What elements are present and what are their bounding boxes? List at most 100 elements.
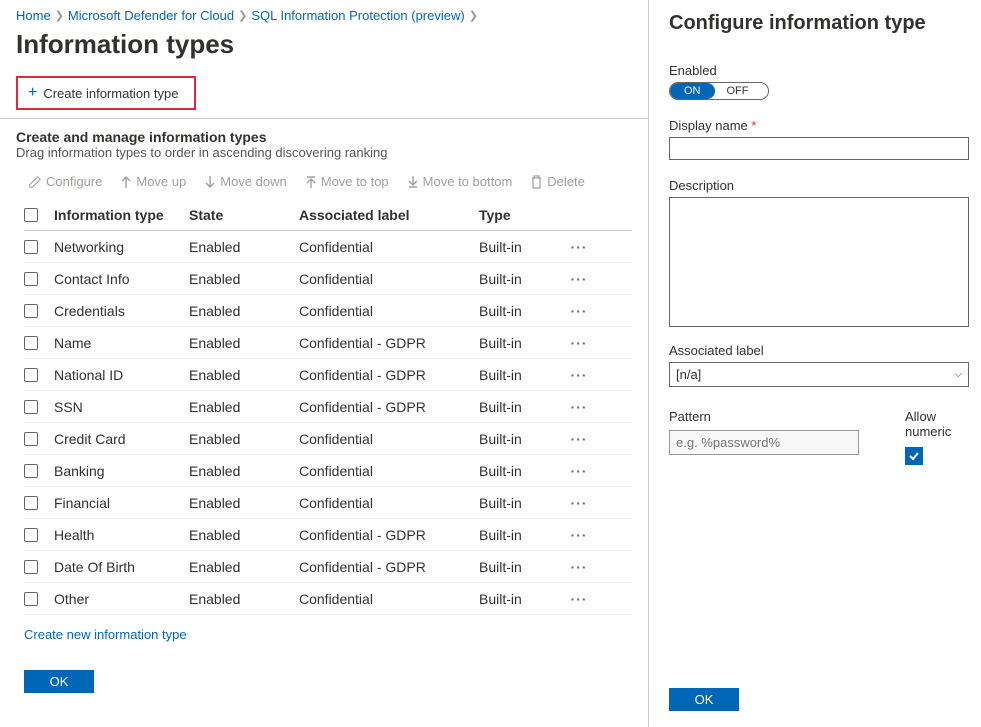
row-name: Banking <box>54 463 189 479</box>
move-down-action[interactable]: Move down <box>204 174 286 189</box>
row-name: Contact Info <box>54 271 189 287</box>
table-row[interactable]: BankingEnabledConfidentialBuilt-in··· <box>24 455 632 487</box>
create-new-link[interactable]: Create new information type <box>0 615 648 642</box>
row-more-button[interactable]: ··· <box>559 367 599 383</box>
row-more-button[interactable]: ··· <box>559 431 599 447</box>
section-subtitle: Drag information types to order in ascen… <box>0 145 648 168</box>
panel-title: Configure information type <box>669 12 969 35</box>
row-more-button[interactable]: ··· <box>559 271 599 287</box>
row-type: Built-in <box>479 431 559 447</box>
row-checkbox[interactable] <box>24 368 38 382</box>
ok-button[interactable]: OK <box>24 670 94 693</box>
arrow-bottom-icon <box>407 175 419 189</box>
table-row[interactable]: OtherEnabledConfidentialBuilt-in··· <box>24 583 632 615</box>
row-name: Name <box>54 335 189 351</box>
create-information-type-button[interactable]: + Create information type <box>16 76 196 110</box>
toggle-on: ON <box>670 83 715 99</box>
row-name: National ID <box>54 367 189 383</box>
table-row[interactable]: Date Of BirthEnabledConfidential - GDPRB… <box>24 551 632 583</box>
row-state: Enabled <box>189 271 299 287</box>
description-label: Description <box>669 178 969 193</box>
row-label: Confidential <box>299 303 479 319</box>
pattern-label: Pattern <box>669 409 859 424</box>
information-types-table: Information type State Associated label … <box>0 199 648 615</box>
row-more-button[interactable]: ··· <box>559 527 599 543</box>
row-label: Confidential <box>299 591 479 607</box>
move-top-action[interactable]: Move to top <box>305 174 389 189</box>
row-checkbox[interactable] <box>24 560 38 574</box>
breadcrumb-defender[interactable]: Microsoft Defender for Cloud <box>68 8 234 23</box>
row-type: Built-in <box>479 303 559 319</box>
row-checkbox[interactable] <box>24 272 38 286</box>
row-checkbox[interactable] <box>24 528 38 542</box>
row-more-button[interactable]: ··· <box>559 495 599 511</box>
row-checkbox[interactable] <box>24 240 38 254</box>
arrow-up-icon <box>120 175 132 189</box>
row-checkbox[interactable] <box>24 432 38 446</box>
col-label: Associated label <box>299 207 479 223</box>
row-checkbox[interactable] <box>24 464 38 478</box>
row-type: Built-in <box>479 463 559 479</box>
select-all-checkbox[interactable] <box>24 208 38 222</box>
table-row[interactable]: National IDEnabledConfidential - GDPRBui… <box>24 359 632 391</box>
breadcrumb-sql[interactable]: SQL Information Protection (preview) <box>251 8 464 23</box>
row-more-button[interactable]: ··· <box>559 399 599 415</box>
row-state: Enabled <box>189 463 299 479</box>
row-name: Date Of Birth <box>54 559 189 575</box>
row-more-button[interactable]: ··· <box>559 303 599 319</box>
row-checkbox[interactable] <box>24 336 38 350</box>
display-name-label: Display name * <box>669 118 969 133</box>
chevron-right-icon: ❯ <box>238 9 247 22</box>
table-row[interactable]: Credit CardEnabledConfidentialBuilt-in··… <box>24 423 632 455</box>
row-more-button[interactable]: ··· <box>559 463 599 479</box>
row-label: Confidential - GDPR <box>299 559 479 575</box>
row-label: Confidential <box>299 239 479 255</box>
row-type: Built-in <box>479 335 559 351</box>
row-checkbox[interactable] <box>24 400 38 414</box>
associated-label-select[interactable]: [n/a] ⌵ <box>669 362 969 387</box>
panel-ok-button[interactable]: OK <box>669 688 739 711</box>
row-more-button[interactable]: ··· <box>559 559 599 575</box>
row-type: Built-in <box>479 559 559 575</box>
enabled-label: Enabled <box>669 63 969 78</box>
display-name-input[interactable] <box>669 137 969 160</box>
row-type: Built-in <box>479 591 559 607</box>
col-type: Type <box>479 207 559 223</box>
table-row[interactable]: Contact InfoEnabledConfidentialBuilt-in·… <box>24 263 632 295</box>
allow-numeric-checkbox[interactable] <box>905 447 923 465</box>
row-checkbox[interactable] <box>24 592 38 606</box>
breadcrumb-home[interactable]: Home <box>16 8 51 23</box>
table-row[interactable]: HealthEnabledConfidential - GDPRBuilt-in… <box>24 519 632 551</box>
table-row[interactable]: NetworkingEnabledConfidentialBuilt-in··· <box>24 231 632 263</box>
toggle-off: OFF <box>715 83 761 99</box>
row-label: Confidential - GDPR <box>299 527 479 543</box>
table-row[interactable]: NameEnabledConfidential - GDPRBuilt-in··… <box>24 327 632 359</box>
table-row[interactable]: FinancialEnabledConfidentialBuilt-in··· <box>24 487 632 519</box>
row-label: Confidential <box>299 431 479 447</box>
row-checkbox[interactable] <box>24 304 38 318</box>
move-bottom-action[interactable]: Move to bottom <box>407 174 513 189</box>
configure-action[interactable]: Configure <box>28 174 102 189</box>
row-checkbox[interactable] <box>24 496 38 510</box>
row-more-button[interactable]: ··· <box>559 591 599 607</box>
pattern-input[interactable] <box>669 430 859 455</box>
row-name: SSN <box>54 399 189 415</box>
row-more-button[interactable]: ··· <box>559 239 599 255</box>
row-more-button[interactable]: ··· <box>559 335 599 351</box>
row-state: Enabled <box>189 495 299 511</box>
row-label: Confidential <box>299 463 479 479</box>
description-textarea[interactable] <box>669 197 969 327</box>
delete-action[interactable]: Delete <box>530 174 585 189</box>
row-label: Confidential - GDPR <box>299 335 479 351</box>
configure-panel: Configure information type Enabled ON OF… <box>649 0 981 727</box>
row-label: Confidential - GDPR <box>299 367 479 383</box>
row-name: Other <box>54 591 189 607</box>
row-type: Built-in <box>479 399 559 415</box>
table-row[interactable]: CredentialsEnabledConfidentialBuilt-in··… <box>24 295 632 327</box>
table-header: Information type State Associated label … <box>24 199 632 231</box>
table-row[interactable]: SSNEnabledConfidential - GDPRBuilt-in··· <box>24 391 632 423</box>
enabled-toggle[interactable]: ON OFF <box>669 82 769 100</box>
col-info-type: Information type <box>54 207 189 223</box>
row-state: Enabled <box>189 239 299 255</box>
move-up-action[interactable]: Move up <box>120 174 186 189</box>
